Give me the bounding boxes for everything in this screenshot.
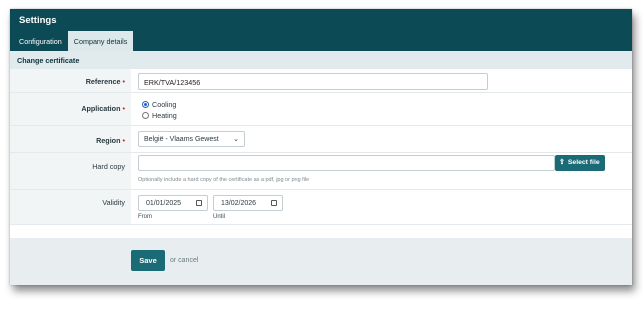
from-label: From — [138, 214, 152, 220]
from-date-value: 01/01/2025 — [146, 200, 182, 207]
validity-label: Validity — [10, 190, 131, 224]
required-marker: • — [122, 77, 125, 86]
reference-label: Reference • — [10, 69, 131, 92]
section-title: Change certificate — [10, 51, 632, 69]
calendar-icon[interactable] — [196, 200, 202, 206]
region-select-value: België - Vlaams Gewest — [144, 136, 219, 143]
hard-copy-row: Hard copy ⇪ Select file Optionally inclu… — [10, 153, 632, 190]
hard-copy-label: Hard copy — [10, 153, 131, 189]
region-select[interactable]: België - Vlaams Gewest ⌄ — [138, 131, 245, 147]
tab-bar: Configuration Company details — [10, 31, 632, 51]
radio-cooling-label: Cooling — [152, 100, 177, 109]
cancel-link[interactable]: or cancel — [170, 257, 198, 264]
page-title: Settings — [10, 9, 632, 31]
tab-configuration[interactable]: Configuration — [13, 31, 68, 51]
region-label: Region • — [10, 126, 131, 152]
validity-row: Validity 01/01/2025 13/02/2026 From Unti… — [10, 190, 632, 225]
chevron-down-icon: ⌄ — [233, 136, 239, 143]
application-label: Application • — [10, 93, 131, 125]
tab-company-details[interactable]: Company details — [67, 31, 134, 51]
select-file-button[interactable]: ⇪ Select file — [555, 155, 605, 171]
until-date-value: 13/02/2026 — [221, 200, 257, 207]
required-marker: • — [122, 136, 125, 145]
until-label: Until — [213, 214, 226, 220]
radio-selected-icon[interactable] — [142, 101, 149, 108]
settings-window: Settings Configuration Company details C… — [10, 9, 632, 285]
select-file-label: Select file — [567, 159, 600, 166]
radio-heating-label: Heating — [152, 111, 177, 120]
file-path-input[interactable] — [138, 155, 555, 171]
upload-icon: ⇪ — [559, 159, 565, 166]
reference-row: Reference • ERK/TVA/123456 — [10, 69, 632, 93]
calendar-icon[interactable] — [271, 200, 277, 206]
radio-unselected-icon[interactable] — [142, 112, 149, 119]
application-row: Application • Cooling Heating — [10, 93, 632, 126]
until-date-input[interactable]: 13/02/2026 — [213, 195, 283, 211]
hard-copy-hint: Optionally include a hard copy of the ce… — [138, 177, 310, 183]
required-marker: • — [122, 104, 125, 113]
form-footer: Save or cancel — [10, 238, 632, 285]
reference-input[interactable]: ERK/TVA/123456 — [138, 73, 488, 90]
from-date-input[interactable]: 01/01/2025 — [138, 195, 208, 211]
radio-cooling[interactable]: Cooling — [142, 100, 176, 109]
radio-heating[interactable]: Heating — [142, 111, 177, 120]
save-button[interactable]: Save — [131, 250, 165, 271]
region-row: Region • België - Vlaams Gewest ⌄ — [10, 126, 632, 153]
